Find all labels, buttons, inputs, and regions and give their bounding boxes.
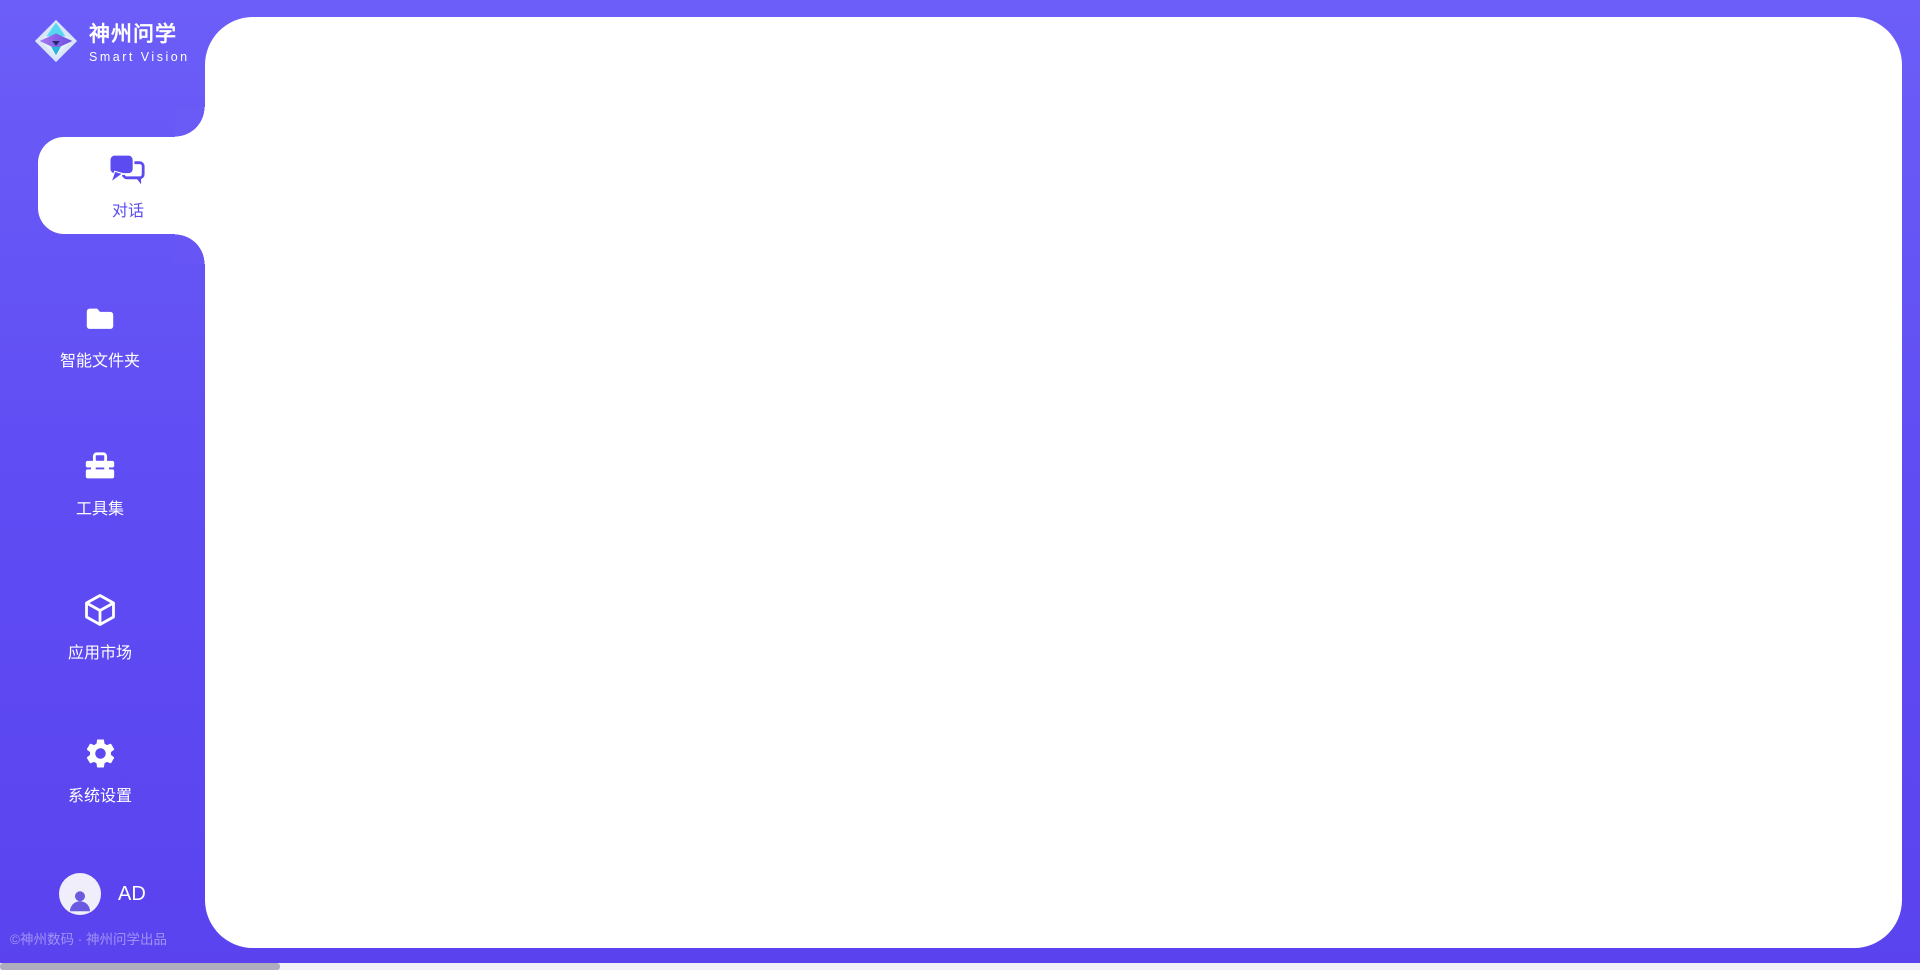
- gem-logo-icon: [33, 18, 79, 64]
- sidebar-item-label: 对话: [112, 197, 144, 221]
- user-name: AD: [118, 883, 146, 906]
- sidebar-item-settings[interactable]: 系统设置: [0, 736, 200, 806]
- sidebar-item-chat[interactable]: 对话: [38, 137, 218, 234]
- cube-icon: [82, 592, 118, 628]
- app-root: 神州问学 Smart Vision 对话 智能文件夹 工具集: [0, 0, 1920, 970]
- sidebar-item-label: 应用市场: [0, 639, 200, 663]
- sidebar-item-toolset[interactable]: 工具集: [0, 450, 200, 519]
- toolbox-icon: [83, 450, 117, 484]
- sidebar-item-label: 智能文件夹: [0, 347, 200, 371]
- folder-icon: [83, 302, 117, 336]
- chat-bubbles-icon: [107, 151, 149, 193]
- brand-name: 神州问学: [89, 18, 190, 48]
- main-panel: [205, 17, 1902, 948]
- sidebar-item-label: 系统设置: [0, 782, 200, 806]
- sidebar-item-smart-folders[interactable]: 智能文件夹: [0, 302, 200, 371]
- active-tab-fillet-bottom: [175, 234, 205, 264]
- avatar: [59, 873, 101, 915]
- sidebar-item-label: 工具集: [0, 495, 200, 519]
- gear-icon: [83, 736, 118, 771]
- copyright-footer: ©神州数码 · 神州问学出品: [10, 928, 210, 948]
- horizontal-scrollbar[interactable]: [0, 963, 1920, 970]
- sidebar-item-app-market[interactable]: 应用市场: [0, 592, 200, 663]
- user-profile[interactable]: AD: [59, 873, 146, 915]
- brand-subtitle: Smart Vision: [89, 50, 190, 64]
- active-tab-fillet-top: [175, 107, 205, 137]
- brand: 神州问学 Smart Vision: [33, 18, 190, 64]
- scrollbar-thumb[interactable]: [0, 963, 280, 970]
- person-avatar-icon: [65, 885, 95, 915]
